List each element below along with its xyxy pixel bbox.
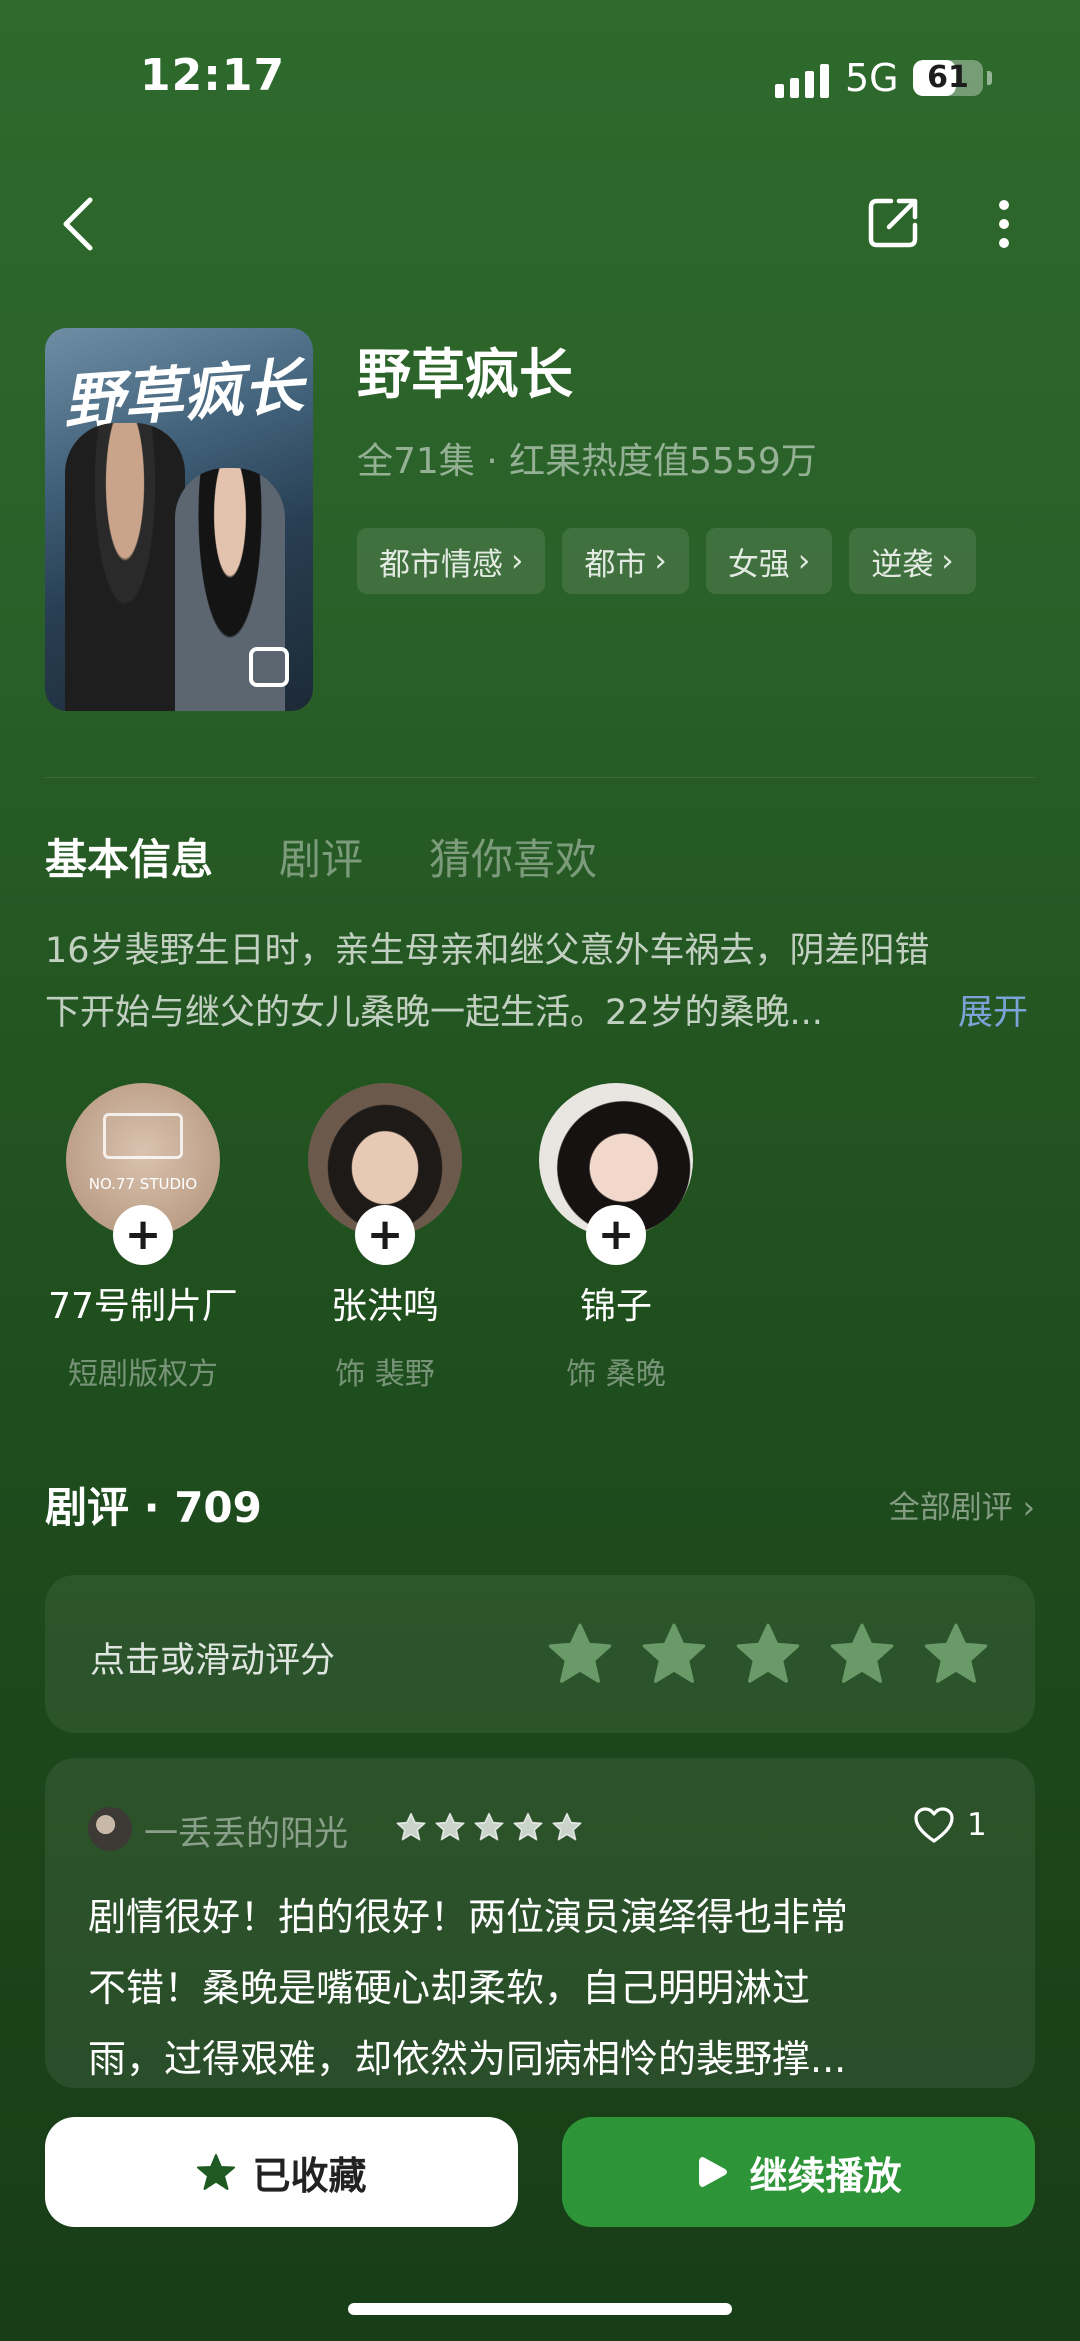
chevron-right-icon: › (654, 543, 667, 579)
star-icon[interactable] (736, 1622, 800, 1686)
chevron-right-icon: › (941, 543, 954, 579)
battery-icon: 61 (913, 60, 983, 96)
follow-button[interactable]: + (113, 1205, 173, 1265)
synopsis-line: 下开始与继父的女儿桑晚一起生活。22岁的桑晚... (45, 993, 823, 1033)
cast-role: 饰 裴野 (335, 1357, 435, 1392)
tag-chip[interactable]: 都市 › (562, 528, 689, 594)
star-icon[interactable] (548, 1622, 612, 1686)
star-icon (513, 1812, 543, 1842)
star-icon (552, 1812, 582, 1842)
more-button[interactable] (984, 192, 1024, 256)
review-line: 不错！桑晚是嘴硬心却柔软，自己明明淋过 (88, 1966, 811, 2010)
back-button[interactable] (50, 192, 106, 256)
review-line: 剧情很好！拍的很好！两位演员演绎得也非常 (88, 1895, 849, 1939)
tag-label: 都市 (584, 546, 647, 583)
review-text: 剧情很好！拍的很好！两位演员演绎得也非常 不错！桑晚是嘴硬心却柔软，自己明明淋过… (88, 1882, 988, 2095)
network-type: 5G (845, 56, 899, 100)
rating-stars[interactable] (548, 1622, 988, 1686)
more-vertical-icon (999, 200, 1009, 248)
tag-list: 都市情感 › 都市 › 女强 › 逆袭 › (357, 528, 976, 594)
cast-item[interactable]: + 锦子 饰 桑晚 (496, 1083, 736, 1393)
synopsis: 16岁裴野生日时，亲生母亲和继父意外车祸去，阴差阳错 下开始与继父的女儿桑晚一起… (45, 920, 1015, 1044)
play-label: 继续播放 (749, 2153, 902, 2198)
cast-item[interactable]: + 张洪鸣 饰 裴野 (265, 1083, 505, 1393)
tag-label: 女强 (727, 546, 790, 583)
drama-meta: 全71集 · 红果热度值5559万 (357, 441, 817, 482)
star-icon (197, 2154, 236, 2190)
tab-reviews[interactable]: 剧评 (279, 826, 363, 887)
cast-name: 77号制片厂 (48, 1286, 238, 1327)
tab-bar: 基本信息 剧评 猜你喜欢 (45, 826, 597, 887)
heart-icon (914, 1807, 954, 1843)
favorite-label: 已收藏 (252, 2153, 367, 2198)
like-count: 1 (967, 1807, 987, 1843)
review-line: 雨，过得艰难，却依然为同病相怜的裴野撑... (88, 2037, 847, 2081)
share-button[interactable] (864, 192, 924, 252)
tag-label: 逆袭 (871, 546, 934, 583)
star-icon[interactable] (642, 1622, 706, 1686)
drama-title: 野草疯长 (357, 343, 573, 406)
cast-role: 短剧版权方 (68, 1357, 218, 1392)
tab-basic-info[interactable]: 基本信息 (45, 826, 213, 887)
poster-figure (65, 423, 185, 711)
expand-link[interactable]: 展开 (958, 982, 1028, 1044)
like-button[interactable]: 1 (913, 1806, 987, 1844)
tag-chip[interactable]: 女强 › (705, 528, 833, 594)
chevron-right-icon: › (511, 543, 524, 579)
star-icon[interactable] (830, 1622, 894, 1686)
studio-logo-text: NO.77 STUDIO (88, 1175, 198, 1193)
star-icon[interactable] (924, 1622, 988, 1686)
play-icon (699, 2157, 728, 2187)
cast-item[interactable]: NO.77 STUDIO + 77号制片厂 短剧版权方 (23, 1083, 263, 1393)
gallery-icon[interactable] (249, 647, 289, 687)
tag-label: 都市情感 (379, 546, 503, 583)
cast-name: 锦子 (579, 1286, 652, 1327)
reviews-header: 剧评 · 709 (45, 1483, 262, 1532)
cast-role: 饰 桑晚 (566, 1357, 666, 1392)
rating-prompt: 点击或滑动评分 (90, 1641, 336, 1681)
battery-tip (987, 71, 992, 85)
reviewer-name[interactable]: 一丢丢的阳光 (144, 1806, 348, 1855)
signal-icon (775, 58, 829, 98)
continue-play-button[interactable]: 继续播放 (562, 2117, 1035, 2227)
share-icon (868, 198, 918, 248)
cast-name: 张洪鸣 (330, 1286, 439, 1327)
favorite-button[interactable]: 已收藏 (45, 2117, 518, 2227)
follow-button[interactable]: + (355, 1205, 415, 1265)
chevron-left-icon (63, 197, 93, 251)
tag-chip[interactable]: 逆袭 › (849, 528, 976, 594)
review-rating (396, 1812, 582, 1842)
avatar[interactable] (88, 1807, 132, 1851)
tag-chip[interactable]: 都市情感 › (357, 528, 546, 594)
drama-poster[interactable]: 野草疯长 (45, 328, 313, 711)
all-reviews-link[interactable]: 全部剧评 › (889, 1482, 1035, 1527)
star-icon (435, 1812, 465, 1842)
status-time: 12:17 (140, 50, 286, 101)
star-icon (396, 1812, 426, 1842)
synopsis-line: 16岁裴野生日时，亲生母亲和继父意外车祸去，阴差阳错 (45, 931, 930, 971)
home-indicator[interactable] (348, 2303, 732, 2315)
chevron-right-icon: › (797, 543, 811, 579)
divider (45, 777, 1035, 778)
tab-recommendations[interactable]: 猜你喜欢 (429, 826, 597, 887)
battery-level: 61 (927, 60, 969, 95)
follow-button[interactable]: + (586, 1205, 646, 1265)
star-icon (474, 1812, 504, 1842)
studio-logo (103, 1113, 183, 1159)
